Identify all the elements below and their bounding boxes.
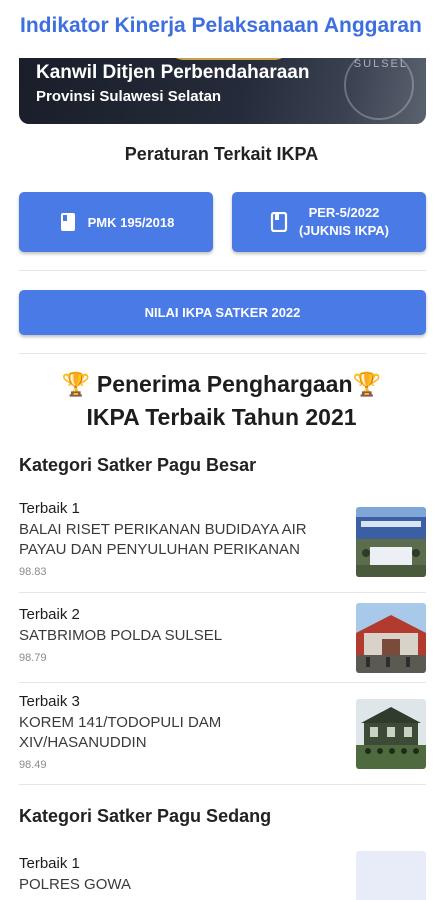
banner-title: Kanwil Ditjen Perbendaharaan	[36, 62, 310, 83]
per-5-2022-label-line1: PER-5/2022	[308, 205, 380, 220]
item-thumbnail	[356, 507, 426, 577]
category-heading-pagu-sedang: Kategori Satker Pagu Sedang	[19, 806, 272, 826]
regulations-heading: Peraturan Terkait IKPA	[124, 144, 319, 164]
per-5-2022-label-line2: (JUKNIS IKPA)	[298, 223, 390, 238]
list-item[interactable]: Terbaik 1 POLRES GOWA	[19, 851, 426, 900]
item-thumbnail	[356, 603, 426, 673]
per-5-2022-button[interactable]: PER-5/2022 (JUKNIS IKPA)	[232, 192, 426, 252]
pmk-195-label: PMK 195/2018	[87, 214, 175, 230]
list-item[interactable]: Terbaik 1 BALAI RISET PERIKANAN BUDIDAYA…	[19, 500, 426, 593]
category-heading-pagu-besar: Kategori Satker Pagu Besar	[19, 455, 257, 475]
app-header: Indikator Kinerja Pelaksanaan Anggaran	[0, 0, 443, 58]
nilai-ikpa-label: NILAI IKPA SATKER 2022	[144, 305, 301, 320]
item-name: KOREM 141/TODOPULI DAM XIV/HASANUDDIN	[19, 714, 222, 751]
item-name: SATBRIMOB POLDA SULSEL	[19, 627, 223, 644]
book-open-icon	[269, 211, 289, 233]
item-divider	[19, 682, 426, 683]
divider	[19, 353, 426, 354]
office-banner: SULSEL Kanwil Ditjen Perbendaharaan Prov…	[19, 48, 426, 124]
banner-seal-text: SULSEL	[353, 58, 408, 70]
item-name: BALAI RISET PERIKANAN BUDIDAYA AIR PAYAU…	[19, 521, 307, 558]
list-item[interactable]: Terbaik 3 KOREM 141/TODOPULI DAM XIV/HAS…	[19, 693, 426, 785]
nilai-ikpa-button[interactable]: NILAI IKPA SATKER 2022	[19, 290, 426, 335]
awards-title-line2: IKPA Terbaik Tahun 2021	[86, 404, 357, 430]
list-item[interactable]: Terbaik 2 SATBRIMOB POLDA SULSEL 98.79	[19, 603, 426, 684]
item-name: POLRES GOWA	[19, 876, 131, 893]
book-icon	[58, 212, 78, 232]
app-title: Indikator Kinerja Pelaksanaan Anggaran	[20, 14, 422, 37]
banner-subtitle: Provinsi Sulawesi Selatan	[36, 88, 222, 105]
item-divider	[19, 592, 426, 593]
item-divider	[19, 784, 426, 785]
item-thumbnail	[356, 851, 426, 900]
item-thumbnail	[356, 699, 426, 769]
divider	[19, 270, 426, 271]
pmk-195-button[interactable]: PMK 195/2018	[19, 192, 213, 252]
awards-title-line1: 🏆 Penerima Penghargaan🏆	[61, 371, 382, 397]
